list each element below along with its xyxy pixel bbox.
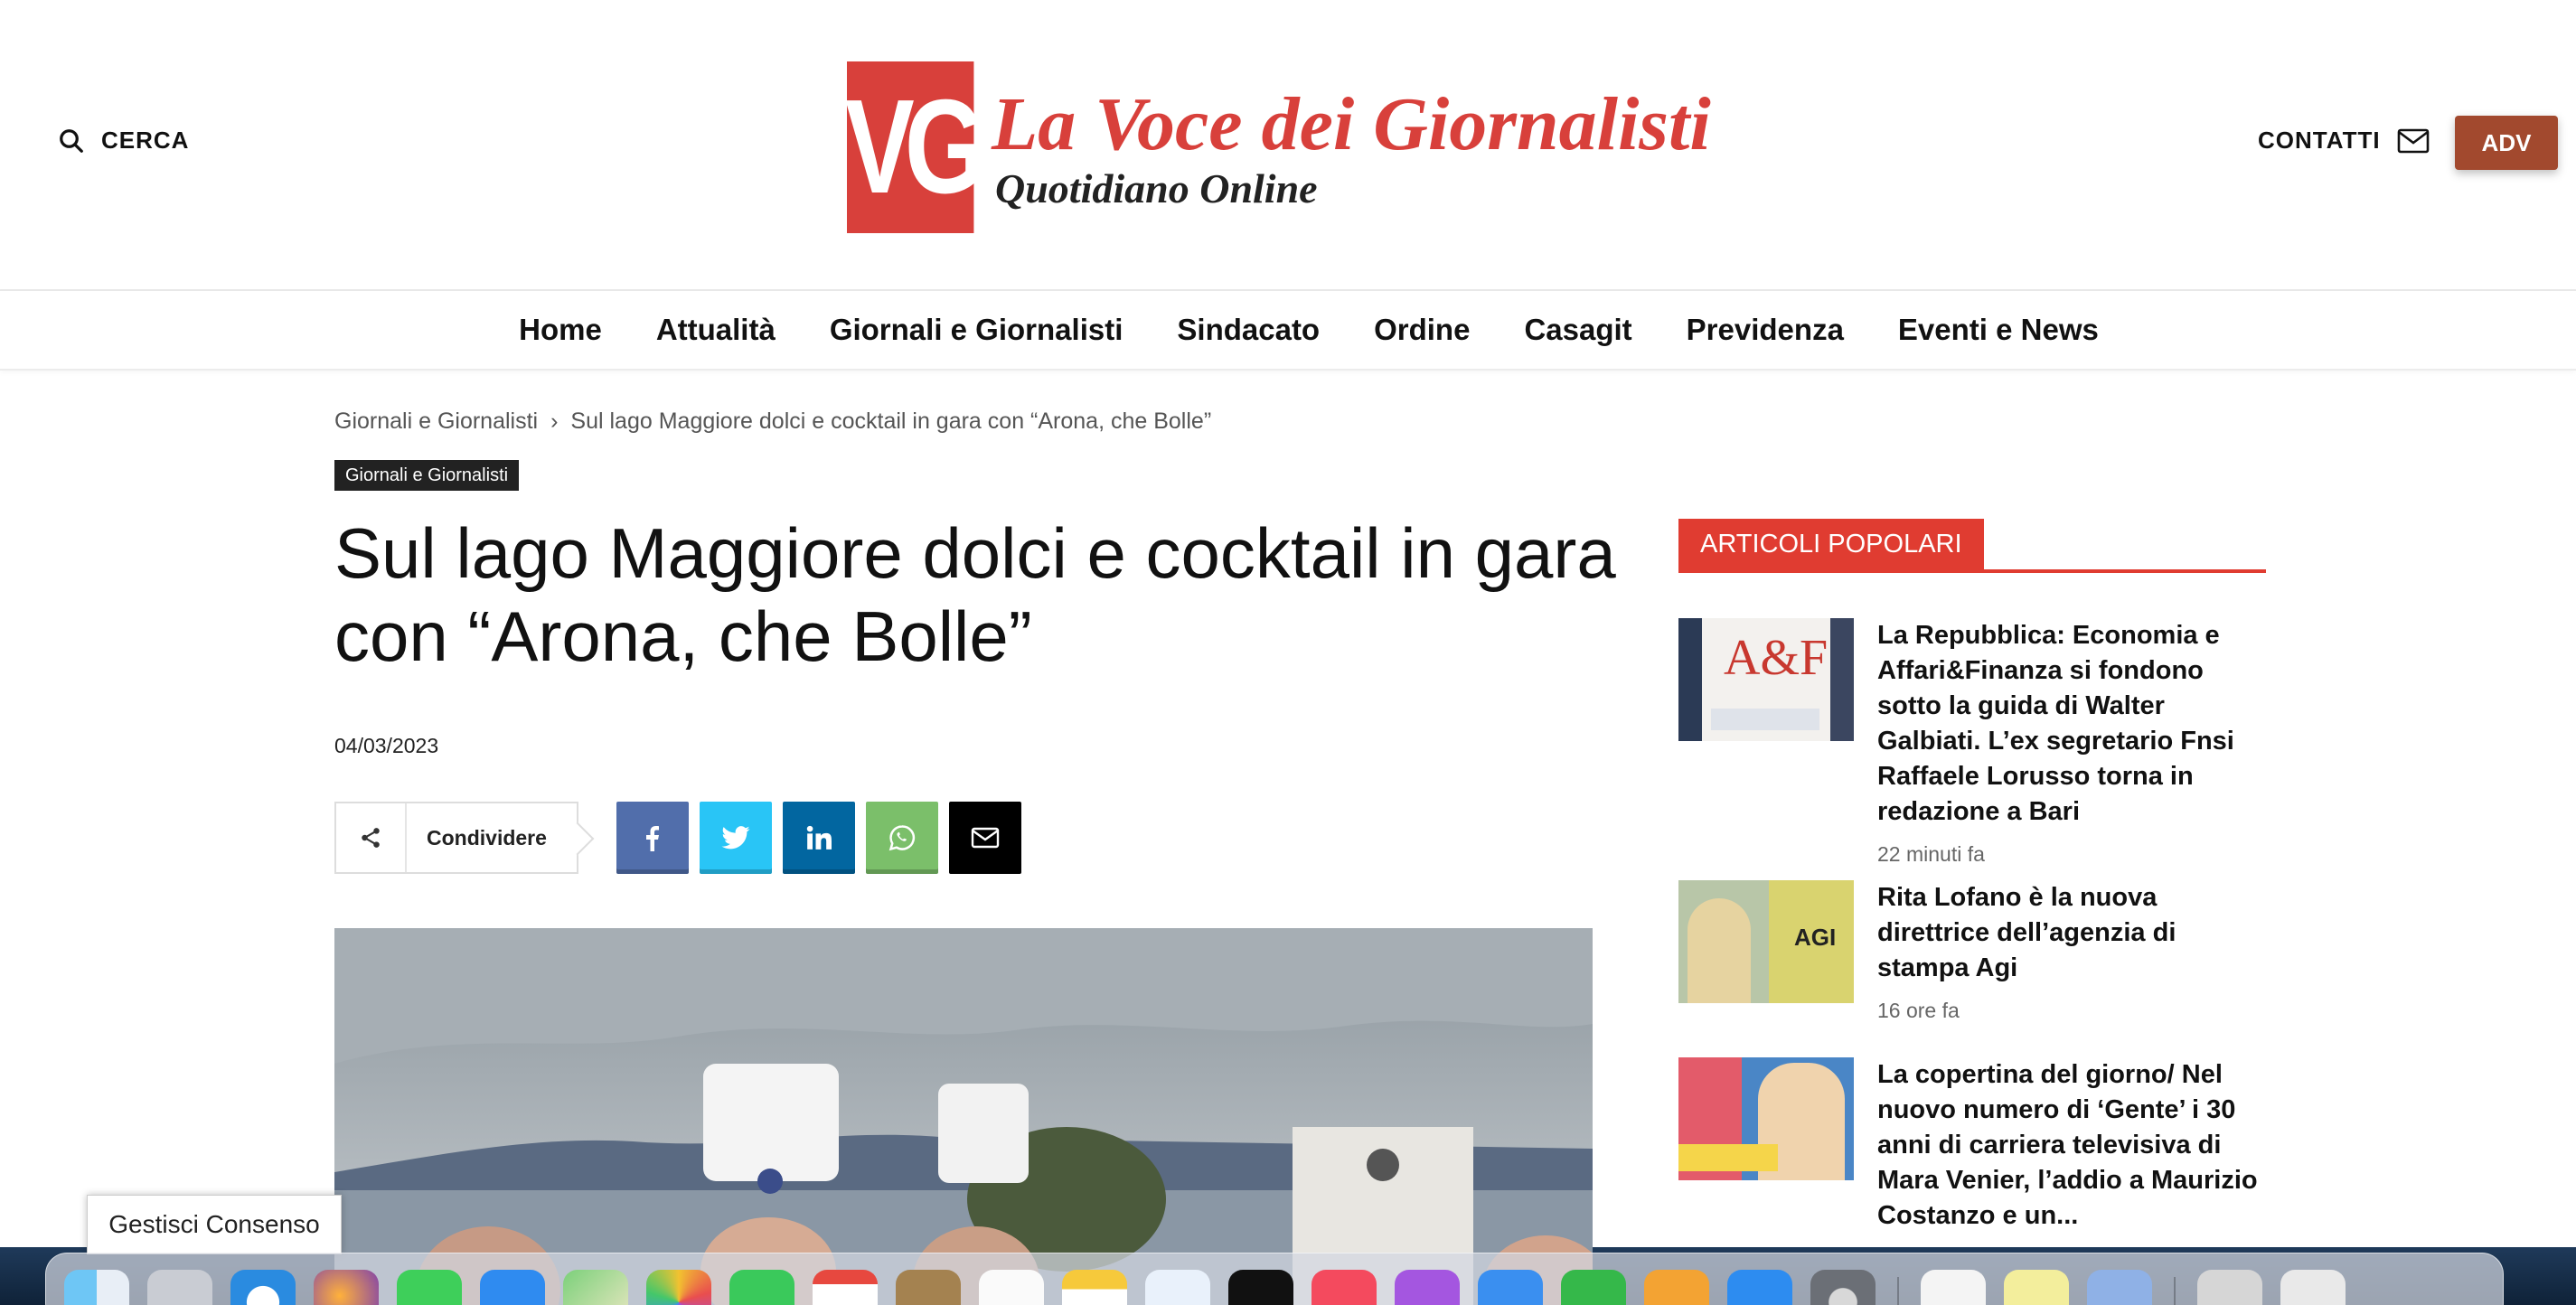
- popular-item[interactable]: AGI Rita Lofano è la nuova direttrice de…: [1678, 880, 2266, 1023]
- thumbnail-caption: AGI: [1794, 924, 1837, 951]
- facebook-icon: [646, 826, 659, 851]
- main-nav: Home Attualità Giornali e Giornalisti Si…: [0, 291, 2576, 371]
- dock-separator: [1897, 1277, 1899, 1305]
- breadcrumb: Giornali e Giornalisti › Sul lago Maggio…: [334, 408, 1211, 435]
- article-title: Sul lago Maggiore dolci e cocktail in ga…: [334, 513, 1616, 676]
- linkedin-share-button[interactable]: [783, 802, 855, 874]
- share-icon: [362, 828, 380, 848]
- nav-item-ordine[interactable]: Ordine: [1374, 313, 1470, 347]
- popular-item[interactable]: La copertina del giorno/ Nel nuovo numer…: [1678, 1057, 2266, 1234]
- popular-item-title[interactable]: Rita Lofano è la nuova direttrice dell’a…: [1877, 880, 2266, 986]
- search-icon: [60, 128, 83, 153]
- breadcrumb-current: Sul lago Maggiore dolci e cocktail in ga…: [570, 408, 1212, 434]
- music-icon[interactable]: [1312, 1270, 1377, 1305]
- popular-item-thumbnail[interactable]: [1678, 1057, 1854, 1180]
- downloads-icon[interactable]: [2197, 1270, 2262, 1305]
- whatsapp-share-button[interactable]: [866, 802, 938, 874]
- facebook-share-button[interactable]: [616, 802, 689, 874]
- article-hero-image: [334, 928, 1593, 1305]
- consent-manager-button[interactable]: Gestisci Consenso: [87, 1195, 342, 1254]
- contacts-link[interactable]: CONTATTI: [2258, 127, 2430, 155]
- contacts-label: CONTATTI: [2258, 127, 2381, 154]
- adv-button[interactable]: ADV: [2455, 116, 2558, 170]
- share-label: Condividere: [427, 825, 547, 850]
- preview-icon[interactable]: [2004, 1270, 2069, 1305]
- site-header: CERCA VG La Voce dei Giornalisti Quotidi…: [0, 0, 2576, 291]
- nav-item-eventi[interactable]: Eventi e News: [1898, 313, 2099, 347]
- popular-item-title[interactable]: La copertina del giorno/ Nel nuovo numer…: [1877, 1057, 2266, 1234]
- reminders-icon[interactable]: [979, 1270, 1044, 1305]
- finder-icon[interactable]: [64, 1270, 129, 1305]
- popular-item-thumbnail[interactable]: A&F: [1678, 618, 1854, 741]
- apple-tv-icon[interactable]: [1228, 1270, 1293, 1305]
- nav-item-previdenza[interactable]: Previdenza: [1687, 313, 1844, 347]
- photos-icon[interactable]: [646, 1270, 711, 1305]
- share-bar: Condividere: [334, 802, 1021, 874]
- twitter-share-button[interactable]: [700, 802, 772, 874]
- notes-icon[interactable]: [1062, 1270, 1127, 1305]
- pages-icon[interactable]: [1644, 1270, 1709, 1305]
- article-date: 04/03/2023: [334, 734, 439, 757]
- trash-icon[interactable]: [2280, 1270, 2346, 1305]
- search-label: CERCA: [101, 127, 190, 154]
- podcasts-icon[interactable]: [1395, 1270, 1460, 1305]
- macos-dock: [45, 1253, 2504, 1305]
- nav-item-sindacato[interactable]: Sindacato: [1177, 313, 1320, 347]
- facetime-icon[interactable]: [729, 1270, 794, 1305]
- logo-subtitle: Quotidiano Online: [995, 165, 1318, 211]
- thumbnail-caption: A&F: [1724, 630, 1829, 686]
- safari-icon[interactable]: [230, 1270, 296, 1305]
- mail-app-icon[interactable]: [480, 1270, 545, 1305]
- app-store-icon[interactable]: [1727, 1270, 1792, 1305]
- category-tag[interactable]: Giornali e Giornalisti: [334, 460, 520, 491]
- nav-item-giornali[interactable]: Giornali e Giornalisti: [830, 313, 1123, 347]
- maps-icon[interactable]: [563, 1270, 628, 1305]
- mail-icon: [2397, 128, 2429, 153]
- share-label-box[interactable]: Condividere: [334, 802, 578, 874]
- dock-separator: [2174, 1277, 2176, 1305]
- nav-item-home[interactable]: Home: [519, 313, 602, 347]
- popular-articles-heading: ARTICOLI POPOLARI: [1678, 519, 2266, 573]
- email-share-button[interactable]: [949, 802, 1021, 874]
- app-icon[interactable]: [896, 1270, 961, 1305]
- system-settings-icon[interactable]: [1810, 1270, 1876, 1305]
- launchpad-icon[interactable]: [147, 1270, 212, 1305]
- search-button[interactable]: CERCA: [58, 127, 189, 155]
- popular-item-time: 16 ore fa: [1877, 999, 1960, 1022]
- popular-item[interactable]: A&F La Repubblica: Economia e Affari&Fin…: [1678, 618, 2266, 867]
- popular-item-thumbnail[interactable]: AGI: [1678, 880, 1854, 1003]
- calendar-icon[interactable]: [813, 1270, 878, 1305]
- popular-item-title[interactable]: La Repubblica: Economia e Affari&Finanza…: [1877, 618, 2266, 830]
- breadcrumb-link[interactable]: Giornali e Giornalisti: [334, 408, 538, 435]
- numbers-icon[interactable]: [1561, 1270, 1626, 1305]
- logo-title: La Voce dei Giornalisti: [992, 82, 1711, 166]
- freeform-icon[interactable]: [1145, 1270, 1210, 1305]
- logo-mark: VG: [845, 61, 986, 233]
- whatsapp-icon: [888, 825, 916, 851]
- popular-articles-title: ARTICOLI POPOLARI: [1678, 519, 1984, 569]
- nav-item-attualita[interactable]: Attualità: [656, 313, 776, 347]
- nav-item-casagit[interactable]: Casagit: [1524, 313, 1631, 347]
- popular-item-time: 22 minuti fa: [1877, 842, 1985, 866]
- linkedin-icon: [806, 825, 832, 850]
- site-logo[interactable]: VG La Voce dei Giornalisti Quotidiano On…: [845, 61, 1711, 233]
- breadcrumb-separator: ›: [550, 408, 559, 434]
- messages-icon[interactable]: [397, 1270, 462, 1305]
- envelope-icon: [971, 827, 1000, 849]
- twitter-icon: [721, 826, 750, 850]
- keynote-icon[interactable]: [1478, 1270, 1543, 1305]
- folder-icon[interactable]: [2087, 1270, 2152, 1305]
- document-icon[interactable]: [1921, 1270, 1986, 1305]
- firefox-icon[interactable]: [314, 1270, 379, 1305]
